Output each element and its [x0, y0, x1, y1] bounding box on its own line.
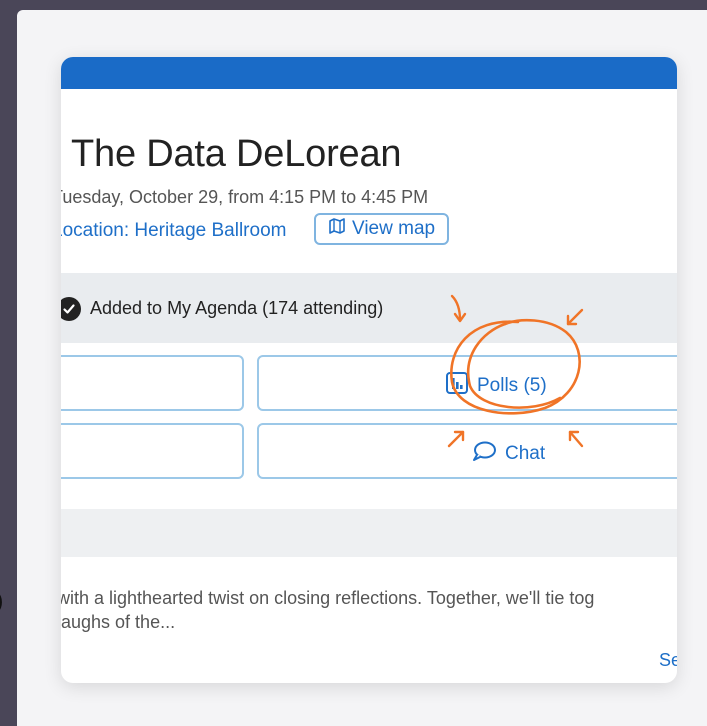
session-title: The Data DeLorean — [71, 133, 402, 175]
bar-chart-icon — [445, 371, 469, 401]
see-more-link[interactable]: See more — [659, 650, 677, 671]
view-map-button[interactable]: View map — [314, 213, 450, 245]
session-card: The Data DeLorean Tuesday, October 29, f… — [61, 57, 677, 683]
map-icon — [328, 217, 346, 241]
edge-glyph: ) — [0, 588, 3, 614]
description-line-2: laughs of the... — [61, 612, 176, 632]
polls-label: Polls (5) — [477, 375, 547, 396]
chat-button[interactable]: Chat — [257, 423, 677, 479]
section-divider — [61, 509, 677, 557]
session-description: with a lighthearted twist on closing ref… — [61, 586, 594, 634]
description-line-1: with a lighthearted twist on closing ref… — [61, 588, 595, 608]
action-button-left-bottom[interactable] — [61, 423, 244, 479]
agenda-status: Added to My Agenda (174 attending) — [90, 298, 384, 318]
session-location[interactable]: Location: Heritage Ballroom — [61, 220, 286, 242]
app-frame: The Data DeLorean Tuesday, October 29, f… — [17, 10, 707, 726]
chat-bubble-icon — [471, 440, 497, 468]
view-map-label: View map — [352, 218, 436, 239]
action-button-left-top[interactable] — [61, 355, 244, 411]
header-bar — [61, 57, 677, 89]
chat-label: Chat — [505, 443, 546, 464]
polls-button[interactable]: Polls (5) — [257, 355, 677, 411]
session-datetime: Tuesday, October 29, from 4:15 PM to 4:4… — [61, 187, 429, 207]
